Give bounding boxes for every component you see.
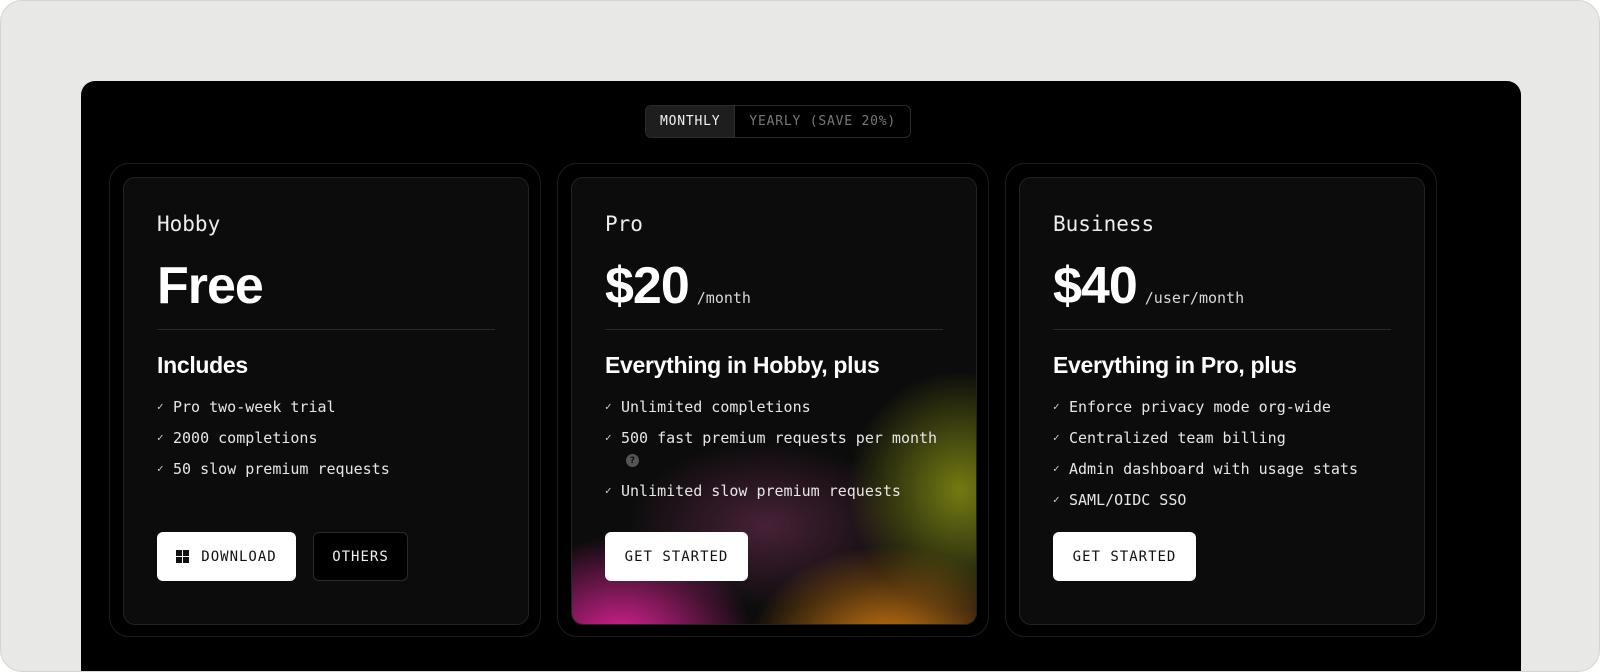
plan-name: Hobby [157, 212, 221, 236]
feature-item: ✓ Pro two-week trial [157, 396, 498, 418]
page-frame: MONTHLY YEARLY (SAVE 20%) Hobby Free Inc… [0, 0, 1600, 672]
divider [1053, 329, 1391, 330]
check-icon: ✓ [157, 400, 164, 413]
plan-name: Business [1053, 212, 1155, 236]
feature-item: ✓ Unlimited slow premium requests [605, 480, 946, 502]
feature-item: ✓ 500 fast premium requests per month? [605, 427, 946, 471]
check-icon: ✓ [1053, 431, 1060, 444]
feature-item: ✓ 2000 completions [157, 427, 498, 449]
plan-card-hobby: Hobby Free Includes ✓ Pro two-week trial… [123, 177, 529, 625]
get-started-pro-button[interactable]: GET STARTED [605, 532, 748, 581]
feature-item: ✓ SAML/OIDC SSO [1053, 489, 1394, 511]
price-row: $20 /month [605, 256, 751, 316]
includes-title: Includes [157, 352, 248, 378]
plan-card-hobby-shell: Hobby Free Includes ✓ Pro two-week trial… [109, 163, 541, 637]
includes-title: Everything in Hobby, plus [605, 352, 880, 378]
feature-text: Pro two-week trial [173, 398, 336, 416]
info-icon[interactable]: ? [626, 454, 639, 467]
others-button[interactable]: OTHERS [313, 532, 408, 581]
feature-list: ✓ Unlimited completions ✓ 500 fast premi… [605, 396, 946, 511]
download-button-label: DOWNLOAD [201, 548, 277, 565]
feature-item: ✓ Centralized team billing [1053, 427, 1394, 449]
feature-list: ✓ Enforce privacy mode org-wide ✓ Centra… [1053, 396, 1394, 520]
check-icon: ✓ [1053, 400, 1060, 413]
feature-item: ✓ Admin dashboard with usage stats [1053, 458, 1394, 480]
feature-text: Enforce privacy mode org-wide [1069, 398, 1331, 416]
check-icon: ✓ [1053, 493, 1060, 506]
divider [605, 329, 943, 330]
feature-item: ✓ Enforce privacy mode org-wide [1053, 396, 1394, 418]
windows-icon [176, 550, 190, 563]
plan-card-pro: Pro $20 /month Everything in Hobby, plus… [571, 177, 977, 625]
plan-card-business-shell: Business $40 /user/month Everything in P… [1005, 163, 1437, 637]
plan-price: $40 [1053, 257, 1138, 315]
plan-period: /user/month [1144, 289, 1245, 307]
plan-price: Free [157, 257, 264, 315]
get-started-business-button[interactable]: GET STARTED [1053, 532, 1196, 581]
feature-text: 500 fast premium requests per month [621, 429, 938, 447]
feature-text: 2000 completions [173, 429, 318, 447]
feature-text: Unlimited slow premium requests [621, 482, 901, 500]
download-button[interactable]: DOWNLOAD [157, 532, 296, 581]
feature-text: Centralized team billing [1069, 429, 1286, 447]
feature-text: Admin dashboard with usage stats [1069, 460, 1358, 478]
feature-text: SAML/OIDC SSO [1069, 491, 1187, 509]
get-started-label: GET STARTED [1072, 548, 1177, 565]
check-icon: ✓ [605, 400, 612, 413]
price-row: Free [157, 256, 264, 316]
feature-text-wrap: 500 fast premium requests per month? [621, 427, 946, 471]
plan-name: Pro [605, 212, 643, 236]
feature-text: 50 slow premium requests [173, 460, 390, 478]
plan-card-pro-shell: Pro $20 /month Everything in Hobby, plus… [557, 163, 989, 637]
price-row: $40 /user/month [1053, 256, 1244, 316]
others-button-label: OTHERS [332, 548, 389, 565]
check-icon: ✓ [605, 431, 612, 444]
toggle-yearly[interactable]: YEARLY (SAVE 20%) [735, 106, 910, 137]
plan-price: $20 [605, 257, 690, 315]
toggle-monthly[interactable]: MONTHLY [646, 106, 736, 137]
feature-list: ✓ Pro two-week trial ✓ 2000 completions … [157, 396, 498, 489]
check-icon: ✓ [1053, 462, 1060, 475]
feature-text: Unlimited completions [621, 398, 811, 416]
feature-item: ✓ Unlimited completions [605, 396, 946, 418]
check-icon: ✓ [605, 484, 612, 497]
plan-card-business: Business $40 /user/month Everything in P… [1019, 177, 1425, 625]
feature-item: ✓ 50 slow premium requests [157, 458, 498, 480]
pricing-section: MONTHLY YEARLY (SAVE 20%) Hobby Free Inc… [81, 81, 1521, 671]
includes-title: Everything in Pro, plus [1053, 352, 1297, 378]
get-started-label: GET STARTED [624, 548, 729, 565]
plan-period: /month [696, 289, 751, 307]
divider [157, 329, 495, 330]
billing-period-toggle[interactable]: MONTHLY YEARLY (SAVE 20%) [645, 105, 912, 138]
check-icon: ✓ [157, 462, 164, 475]
check-icon: ✓ [157, 431, 164, 444]
